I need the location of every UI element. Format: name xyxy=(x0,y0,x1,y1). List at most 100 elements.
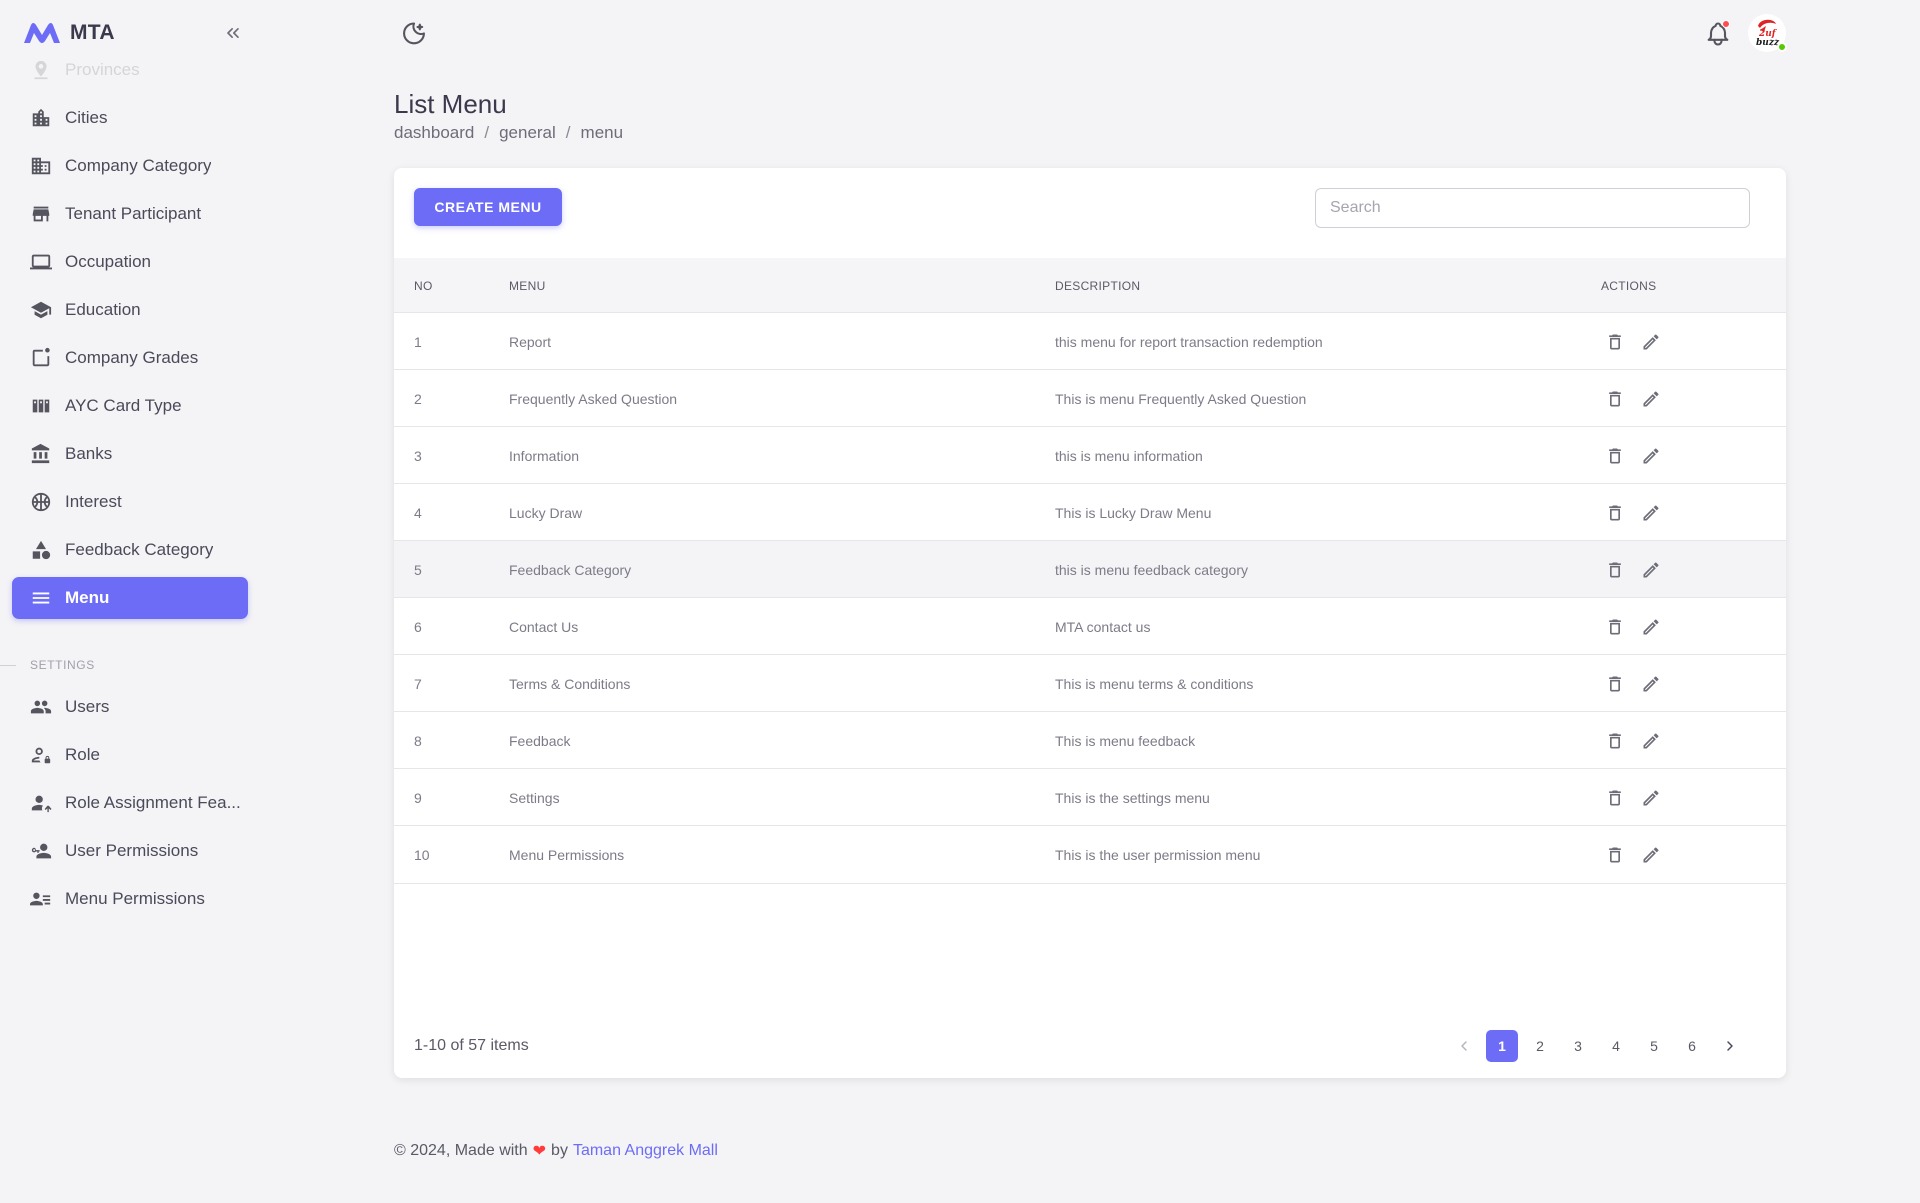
sidebar: MTA Provinces Cities Company Category Te… xyxy=(0,0,260,1203)
cell-menu: Feedback xyxy=(509,732,571,749)
sidebar-item-occupation[interactable]: Occupation xyxy=(12,241,248,283)
delete-icon[interactable] xyxy=(1604,787,1626,809)
brand[interactable]: MTA xyxy=(22,18,115,48)
sidebar-item-ayc-card-type[interactable]: AYC Card Type xyxy=(12,385,248,427)
row-actions xyxy=(1604,655,1662,712)
page-title: List Menu xyxy=(394,89,507,119)
delete-icon[interactable] xyxy=(1604,559,1626,581)
sidebar-item-users[interactable]: Users xyxy=(12,686,248,728)
edit-icon[interactable] xyxy=(1640,331,1662,353)
cell-description: this is menu feedback category xyxy=(1055,561,1248,578)
collapse-sidebar-button[interactable] xyxy=(220,20,246,46)
edit-icon[interactable] xyxy=(1640,844,1662,866)
row-actions xyxy=(1604,427,1662,484)
cell-no: 2 xyxy=(414,390,422,407)
delete-icon[interactable] xyxy=(1604,844,1626,866)
edit-icon[interactable] xyxy=(1640,559,1662,581)
table-row[interactable]: 5 Feedback Category this is menu feedback … xyxy=(394,541,1786,598)
sidebar-item-role-assignment[interactable]: Role Assignment Fea... xyxy=(12,782,248,824)
page-button-1[interactable]: 1 xyxy=(1486,1030,1518,1062)
edit-icon[interactable] xyxy=(1640,445,1662,467)
cell-no: 8 xyxy=(414,732,422,749)
table-row[interactable]: 7 Terms & Conditions This is menu terms & … xyxy=(394,655,1786,712)
delete-icon[interactable] xyxy=(1604,331,1626,353)
edit-icon[interactable] xyxy=(1640,388,1662,410)
table-row[interactable]: 8 Feedback This is menu feedback xyxy=(394,712,1786,769)
breadcrumb-dashboard[interactable]: dashboard xyxy=(394,123,474,143)
sidebar-item-feedback-category[interactable]: Feedback Category xyxy=(12,529,248,571)
delete-icon[interactable] xyxy=(1604,388,1626,410)
delete-icon[interactable] xyxy=(1604,730,1626,752)
table-row[interactable]: 3 Information this is menu information xyxy=(394,427,1786,484)
prev-page-button[interactable] xyxy=(1448,1030,1480,1062)
cell-no: 6 xyxy=(414,618,422,635)
sidebar-item-label: Menu xyxy=(65,588,110,607)
bank-icon xyxy=(29,442,53,466)
theme-toggle-button[interactable] xyxy=(400,20,428,48)
user-list-icon xyxy=(29,887,53,911)
sidebar-item-menu-permissions[interactable]: Menu Permissions xyxy=(12,878,248,920)
next-page-button[interactable] xyxy=(1714,1030,1746,1062)
sidebar-item-label: Education xyxy=(65,300,141,319)
page-button-2[interactable]: 2 xyxy=(1524,1030,1556,1062)
sidebar-item-tenant-participant[interactable]: Tenant Participant xyxy=(12,193,248,235)
table-row[interactable]: 4 Lucky Draw This is Lucky Draw Menu xyxy=(394,484,1786,541)
sidebar-item-banks[interactable]: Banks xyxy=(12,433,248,475)
table-row[interactable]: 1 Report this menu for report transaction … xyxy=(394,313,1786,370)
cell-menu: Terms & Conditions xyxy=(509,675,631,692)
sidebar-item-user-permissions[interactable]: User Permissions xyxy=(12,830,248,872)
page-button-4[interactable]: 4 xyxy=(1600,1030,1632,1062)
sidebar-item-company-grades[interactable]: Company Grades xyxy=(12,337,248,379)
breadcrumb-general[interactable]: general xyxy=(499,123,556,143)
page-button-6[interactable]: 6 xyxy=(1676,1030,1708,1062)
delete-icon[interactable] xyxy=(1604,616,1626,638)
row-actions xyxy=(1604,769,1662,826)
cell-no: 4 xyxy=(414,504,422,521)
table-row[interactable]: 10 Menu Permissions This is the user permi… xyxy=(394,826,1786,884)
sidebar-item-menu[interactable]: Menu xyxy=(12,577,248,619)
column-header-no: NO xyxy=(414,278,433,293)
search-input[interactable] xyxy=(1315,188,1750,228)
table-footer: 1-10 of 57 items 1 2 3 4 5 6 xyxy=(394,1013,1786,1078)
heart-icon: ❤ xyxy=(532,1143,547,1160)
avatar[interactable]: 2uf buzz xyxy=(1748,14,1787,52)
table-row[interactable]: 6 Contact Us MTA contact us xyxy=(394,598,1786,655)
sidebar-item-role[interactable]: Role xyxy=(12,734,248,776)
create-menu-button[interactable]: CREATE MENU xyxy=(414,188,562,226)
card-columns-icon xyxy=(29,394,53,418)
delete-icon[interactable] xyxy=(1604,445,1626,467)
notification-dot xyxy=(1722,20,1730,28)
cell-description: This is menu feedback xyxy=(1055,732,1196,749)
footer-by: by xyxy=(551,1142,568,1159)
settings-section-label: SETTINGS xyxy=(30,658,95,672)
mta-logo-icon xyxy=(24,23,60,43)
page-button-3[interactable]: 3 xyxy=(1562,1030,1594,1062)
edit-icon[interactable] xyxy=(1640,673,1662,695)
sidebar-item-label: Cities xyxy=(65,108,108,127)
sidebar-item-label: Company Grades xyxy=(65,348,199,367)
cell-description: This is the user permission menu xyxy=(1055,847,1261,863)
cell-description: MTA contact us xyxy=(1055,618,1151,635)
notifications-button[interactable] xyxy=(1704,20,1732,48)
edit-icon[interactable] xyxy=(1640,787,1662,809)
table-row[interactable]: 9 Settings This is the settings menu xyxy=(394,769,1786,826)
sidebar-item-provinces[interactable]: Provinces xyxy=(12,56,248,91)
breadcrumb: dashboard / general / menu xyxy=(394,123,623,143)
page-button-5[interactable]: 5 xyxy=(1638,1030,1670,1062)
table-header: NO MENU DESCRIPTION ACTIONS xyxy=(394,258,1786,313)
edit-icon[interactable] xyxy=(1640,502,1662,524)
sidebar-item-education[interactable]: Education xyxy=(12,289,248,331)
sidebar-item-cities[interactable]: Cities xyxy=(12,97,248,139)
cell-no: 3 xyxy=(414,447,422,464)
delete-icon[interactable] xyxy=(1604,502,1626,524)
edit-icon[interactable] xyxy=(1640,730,1662,752)
delete-icon[interactable] xyxy=(1604,673,1626,695)
edit-icon[interactable] xyxy=(1640,616,1662,638)
table-row[interactable]: 2 Frequently Asked Question This is menu F… xyxy=(394,370,1786,427)
sidebar-item-company-category[interactable]: Company Category xyxy=(12,145,248,187)
city-icon xyxy=(29,106,53,130)
breadcrumb-separator: / xyxy=(484,123,490,142)
section-divider xyxy=(0,664,16,666)
sidebar-item-interest[interactable]: Interest xyxy=(12,481,248,523)
footer-company-link[interactable]: Taman Anggrek Mall xyxy=(573,1142,718,1160)
